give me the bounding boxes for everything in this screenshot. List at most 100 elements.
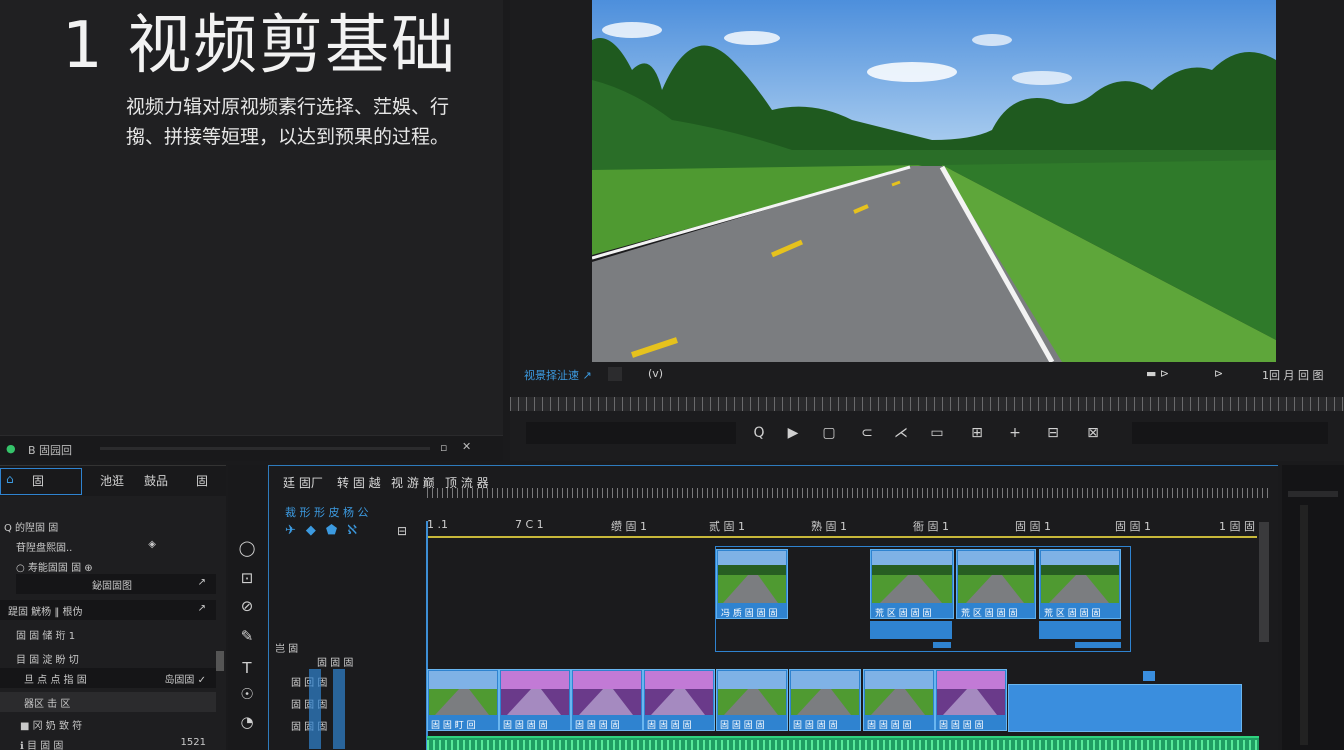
list-item-label: 目 固 淀 盼 切: [16, 655, 79, 666]
home-icon[interactable]: ⌂: [6, 472, 14, 486]
video-clip[interactable]: 固 固 固 固: [499, 669, 571, 731]
empty-clip-block[interactable]: [1008, 684, 1242, 732]
zoom-control[interactable]: ▬ ⊳: [1146, 367, 1169, 380]
right-panel: [1282, 465, 1344, 750]
close-icon[interactable]: ✕: [462, 440, 471, 453]
panel-scrollbar[interactable]: [1300, 505, 1308, 745]
list-item[interactable]: ■ 冈 奶 致 符: [0, 714, 216, 734]
video-clip[interactable]: 固 固 固 固: [789, 669, 861, 731]
video-clip[interactable]: 固 固 固 固: [935, 669, 1007, 731]
clip-marker[interactable]: [1075, 642, 1121, 648]
pen-icon[interactable]: ✎: [236, 627, 258, 649]
cut-icon[interactable]: ⋌: [890, 422, 912, 444]
clip-label: 固 固 固 固: [793, 721, 838, 731]
tab-project[interactable]: 固: [32, 472, 44, 489]
table-header-label: 器区 击 区: [24, 699, 71, 710]
panel-handle[interactable]: [1288, 491, 1338, 497]
audio-track[interactable]: [427, 736, 1259, 750]
track-selector[interactable]: [333, 669, 345, 749]
clip-label: 固 固 固 固: [939, 721, 984, 731]
crop-icon[interactable]: ⊡: [236, 569, 258, 591]
view-options[interactable]: 1回 月 回 图: [1262, 367, 1324, 383]
settings-icon[interactable]: ⊳: [1214, 367, 1223, 380]
scrollbar-thumb[interactable]: [216, 651, 224, 671]
mark-out-icon[interactable]: ⊂: [856, 422, 878, 444]
list-item[interactable]: 苷隉盘熙固.. ◈: [0, 536, 216, 556]
time-ruler[interactable]: 1 .1 7 C 1 缵 固 1 贰 固 1 熟 固 1 衙 固 1 固 固 1…: [427, 518, 1259, 540]
ruler-label: 熟 固 1: [811, 520, 847, 533]
timeline-tabs: 廷 固厂 转 固 越 视 游 巅 顶 流 器: [269, 466, 1279, 498]
add-icon[interactable]: +: [1004, 422, 1026, 444]
track-selector[interactable]: [309, 669, 321, 749]
program-monitor: 视景择沚速 ↗ (v) ▬ ⊳ ⊳ 1回 月 回 图 Q ▶ ▢ ⊂ ⋌ ▭ ⊞…: [510, 0, 1344, 461]
dropdown-label: 鉍固固图: [92, 581, 132, 592]
dropdown-arrow: ↗: [197, 577, 206, 588]
list-item[interactable]: Q 的隉固 固: [0, 516, 216, 536]
info-panel: 1 视频剪基础 视频力辑对原视频素行选择、茳娛、行搊、拼接等姮理，以达到预果的过…: [0, 0, 503, 435]
list-item[interactable]: 旦 点 点 指 固 岛固固 ✓: [0, 668, 216, 688]
list-item-label: 旦 点 点 指 固: [24, 675, 87, 686]
video-clip[interactable]: 固 固 固 固: [643, 669, 715, 731]
timeline-scrollbar[interactable]: [1259, 522, 1269, 642]
list-item[interactable]: 目 固 淀 盼 切: [0, 648, 216, 668]
video-clip[interactable]: 荒 区 固 固 固: [870, 549, 954, 619]
tab-transitions[interactable]: 转 固 越: [337, 474, 381, 491]
tab-effects[interactable]: 池逛: [100, 472, 124, 489]
video-clip[interactable]: 固 固 固 固: [716, 669, 788, 731]
overwrite-icon[interactable]: ⊟: [1042, 422, 1064, 444]
video-clip[interactable]: 固 固 固 固: [863, 669, 935, 731]
dropdown-row[interactable]: 鉍固固图 ↗: [16, 574, 216, 594]
mark-in-icon[interactable]: ▢: [818, 422, 840, 444]
video-clip[interactable]: 荒 区 固 固 固: [956, 549, 1036, 619]
list-item-label: Q 的隉固 固: [4, 523, 59, 534]
link-icon[interactable]: ⊘: [236, 597, 258, 619]
square-icon[interactable]: [608, 367, 622, 381]
frame-icon[interactable]: ▭: [926, 422, 948, 444]
list-item-label: ○ 寿能固固 固 ⊕: [16, 563, 93, 574]
video-clip[interactable]: 固 固 盯 回: [427, 669, 499, 731]
video-clip[interactable]: 固 固 固 固: [571, 669, 643, 731]
ruler-label: 衙 固 1: [913, 520, 949, 533]
ruler-label: 贰 固 1: [709, 520, 745, 533]
clip-label: 冯 质 固 固 固: [721, 609, 778, 619]
status-label: B 固园回: [28, 444, 73, 457]
effect-icon[interactable]: ◔: [236, 713, 258, 735]
video-clip[interactable]: 荒 区 固 固 固: [1039, 549, 1121, 619]
timeline-tools[interactable]: ✈◆⬟ℵ: [285, 523, 367, 538]
mask-icon[interactable]: ☉: [236, 685, 258, 707]
list-item[interactable]: ℹ 目 固 固 1521: [0, 734, 216, 750]
audio-waveform: [427, 740, 1259, 750]
refresh-icon[interactable]: ▫: [440, 441, 447, 454]
overview-ruler[interactable]: [427, 488, 1269, 498]
video-clip[interactable]: 冯 质 固 固 固: [716, 549, 788, 619]
tab-timeline[interactable]: 廷 固厂: [283, 474, 323, 491]
monitor-field-left: [526, 422, 736, 444]
tab-more[interactable]: 固: [196, 472, 208, 489]
clip-label: 固 固 固 固: [647, 721, 692, 731]
project-tabs: ⌂ 固 池逛 鼓品 固: [0, 466, 226, 496]
list-item[interactable]: ○ 寿能固固 固 ⊕: [0, 556, 216, 576]
work-area-bar[interactable]: [427, 536, 1257, 538]
text-icon[interactable]: T: [236, 659, 258, 681]
video-frame[interactable]: [592, 0, 1276, 362]
insert-icon[interactable]: ⊞: [966, 422, 988, 444]
monitor-label[interactable]: 视景择沚速 ↗: [524, 367, 592, 383]
status-track: [100, 447, 430, 450]
zoom-icon[interactable]: Q: [748, 422, 770, 444]
track-header[interactable]: 固 固 固: [317, 654, 353, 669]
clip-marker[interactable]: [933, 642, 951, 648]
play-icon[interactable]: ▶: [782, 422, 804, 444]
scrub-bar[interactable]: [510, 397, 1344, 411]
road-scene-image: [592, 0, 1276, 362]
audio-clip[interactable]: [870, 621, 952, 639]
tab-media[interactable]: 鼓品: [144, 472, 168, 489]
chat-icon[interactable]: ◯: [236, 539, 258, 561]
clip-thumbnail: [872, 551, 952, 603]
audio-clip[interactable]: [1039, 621, 1121, 639]
list-item[interactable]: 固 固 储 珩 1: [0, 624, 216, 644]
project-panel: ⌂ 固 池逛 鼓品 固 Q 的隉固 固 苷隉盘熙固.. ◈ ○ 寿能固固 固 ⊕ …: [0, 465, 226, 750]
clip-marker[interactable]: [1143, 671, 1155, 681]
snap-icon[interactable]: ⊟: [397, 524, 407, 538]
export-frame-icon[interactable]: ⊠: [1082, 422, 1104, 444]
dropdown-row[interactable]: 踶固 觥杨 ‖ 根伪 ↗: [0, 600, 216, 620]
